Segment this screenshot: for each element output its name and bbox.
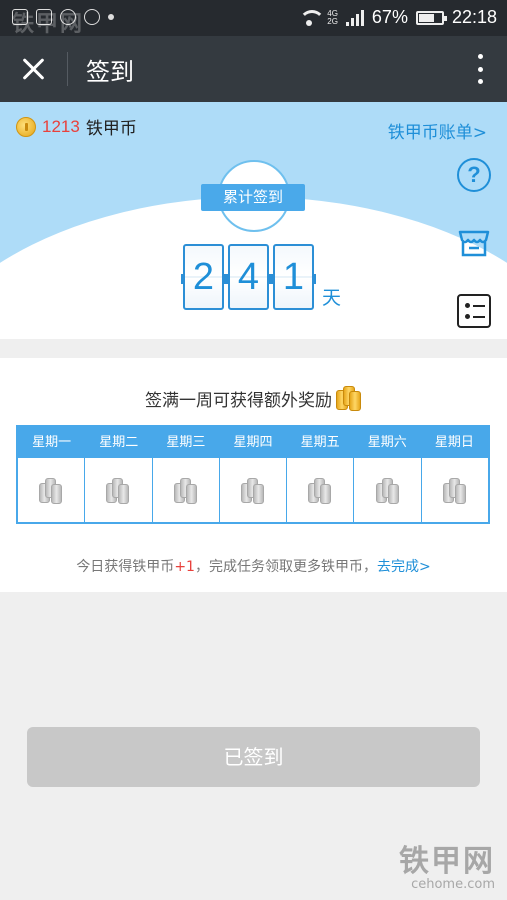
coin-unit-label: 铁甲币	[85, 119, 137, 139]
coin-balance-value: 1213	[42, 116, 80, 136]
watermark-brand: 铁甲网	[12, 12, 85, 37]
page-title: 签到	[86, 58, 134, 86]
day-cell	[354, 458, 422, 522]
battery-icon	[415, 10, 447, 25]
more-notifications-icon	[108, 14, 114, 20]
wifi-icon	[299, 9, 326, 26]
checkin-banner: 1213 铁甲币 铁甲币账单> ? 累计签到 2 4 1 天	[0, 102, 507, 339]
coin-balance: 1213 铁甲币	[16, 114, 137, 139]
signed-in-button: 已签到	[27, 727, 480, 787]
go-complete-link[interactable]: 去完成>	[377, 559, 431, 575]
more-menu-button[interactable]	[475, 54, 485, 84]
title-divider	[67, 52, 68, 86]
day-cell	[153, 458, 220, 522]
streak-digit: 2	[181, 244, 226, 310]
status-bar: 铁甲网 cehome.com 4G2G 67% 22:18	[0, 0, 507, 50]
coin-bill-link[interactable]: 铁甲币账单>	[388, 118, 487, 143]
streak-counter: 2 4 1 天	[181, 244, 342, 310]
coin-stack-icon	[375, 478, 400, 504]
shop-icon[interactable]	[457, 226, 491, 260]
coin-icon	[16, 116, 36, 137]
gold-coins-icon	[336, 386, 362, 411]
coin-stack-icon	[240, 478, 265, 504]
week-header: 星期一 星期二 星期三 星期四 星期五 星期六 星期日	[18, 427, 488, 458]
battery-percent: 67%	[371, 7, 408, 27]
task-list-icon[interactable]	[457, 294, 491, 328]
weekday-label: 星期一	[32, 435, 72, 450]
today-reward-note: 今日获得铁甲币+1，完成任务领取更多铁甲币，去完成>	[76, 559, 431, 575]
weekday-label: 星期二	[99, 435, 139, 450]
title-bar: 签到	[0, 36, 507, 102]
dot-icon	[477, 54, 483, 59]
day-cell	[287, 458, 355, 522]
day-cell	[85, 458, 153, 522]
coin-stack-icon	[106, 478, 130, 504]
weekday-label: 星期三	[166, 435, 206, 450]
watermark-domain: cehome.com	[411, 877, 495, 892]
weekday-label: 星期日	[434, 435, 474, 450]
week-cells	[18, 458, 488, 522]
dot-icon	[477, 66, 483, 72]
reward-amount: +1	[174, 559, 195, 575]
day-cell	[422, 458, 488, 522]
watermark-bottom: 铁甲网 cehome.com	[399, 846, 495, 892]
coin-stack-icon	[442, 478, 467, 504]
signal-icon	[345, 9, 364, 26]
network-type: 4G 2G	[327, 8, 338, 26]
coin-stack-icon	[308, 478, 332, 504]
day-cell	[18, 458, 86, 522]
coin-stack-icon	[173, 478, 198, 504]
weekday-label: 星期六	[367, 435, 407, 450]
coin-stack-icon	[39, 478, 63, 504]
weekly-reward-title: 签满一周可获得额外奖励	[0, 386, 507, 411]
watermark-brand: 铁甲网	[399, 844, 495, 879]
week-table: 星期一 星期二 星期三 星期四 星期五 星期六 星期日	[16, 425, 490, 524]
clock: 22:18	[451, 7, 497, 27]
day-cell	[220, 458, 288, 522]
streak-unit: 天	[322, 287, 342, 309]
weekday-label: 星期四	[233, 435, 273, 450]
streak-digit: 1	[271, 244, 316, 310]
weekly-reward-panel: 签满一周可获得额外奖励 星期一 星期二 星期三 星期四 星期五 星期六 星期日 …	[0, 358, 507, 592]
dot-icon	[477, 79, 483, 84]
total-checkin-badge: 累计签到	[201, 184, 305, 211]
help-icon[interactable]: ?	[457, 158, 491, 192]
weekday-label: 星期五	[300, 435, 340, 450]
close-button[interactable]	[18, 53, 50, 85]
streak-digit: 4	[226, 244, 271, 310]
